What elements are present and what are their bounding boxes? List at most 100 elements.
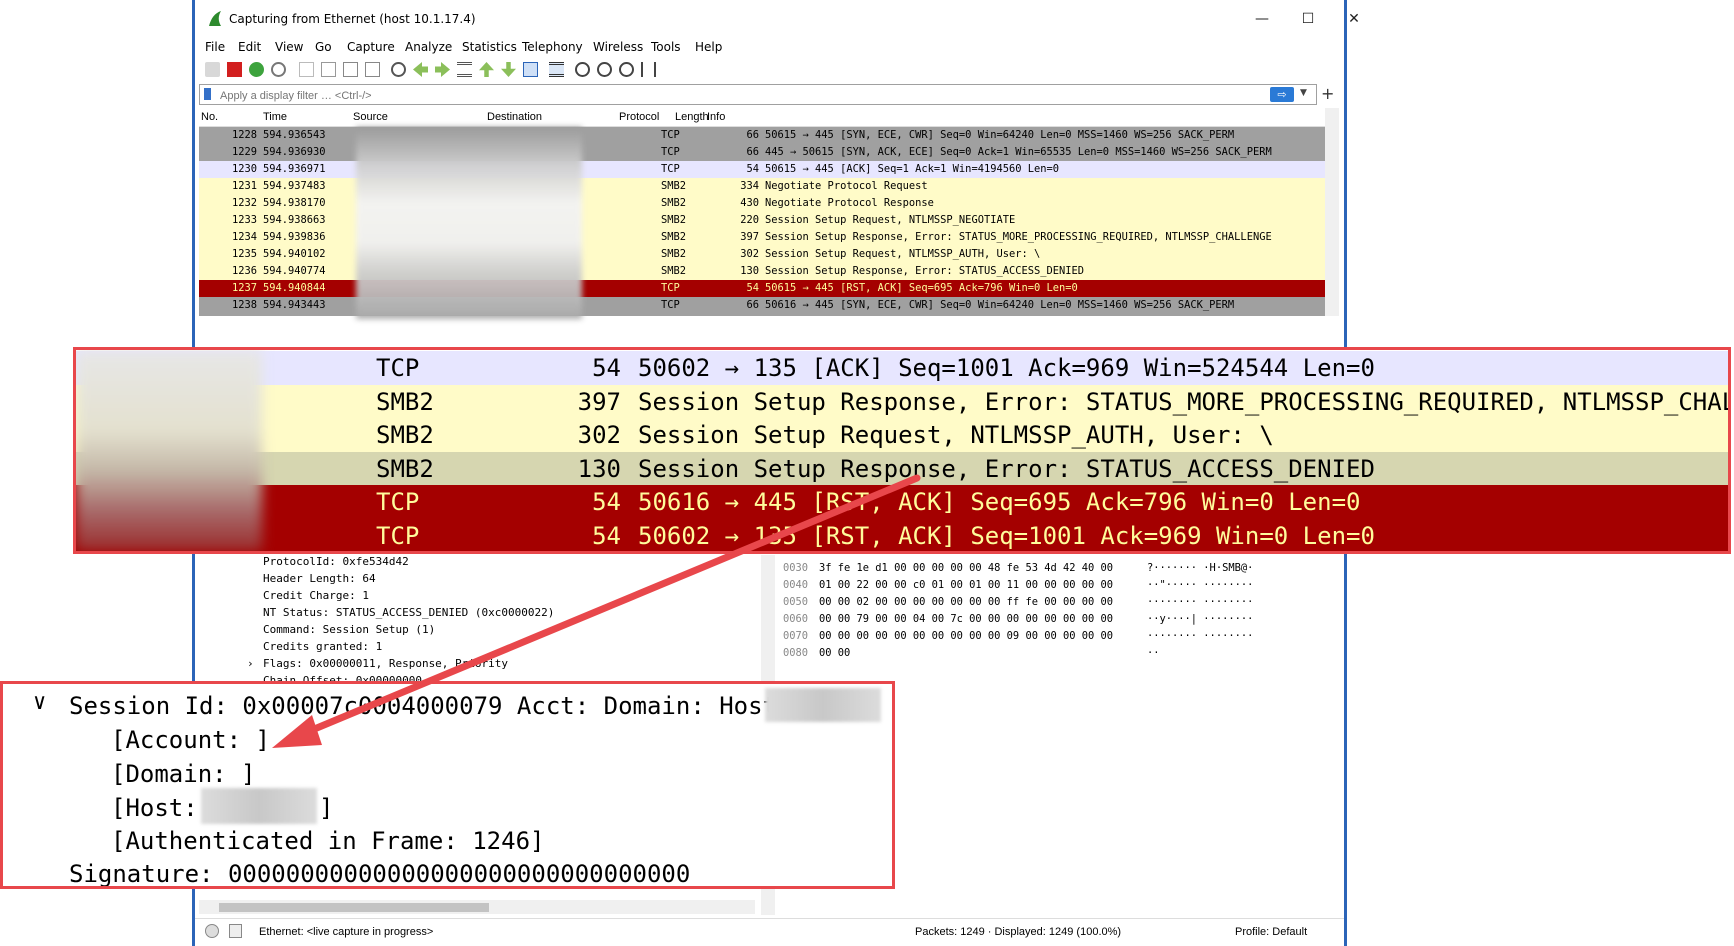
zoom-info: 50602 → 135 [RST, ACK] Seq=1001 Ack=969 … — [638, 521, 1375, 550]
packet-time: 594.937483 — [263, 180, 326, 192]
apply-filter-button[interactable]: ⇨ — [1270, 87, 1294, 102]
col-length[interactable]: Length — [675, 111, 709, 123]
first-packet-icon[interactable] — [479, 62, 494, 77]
last-packet-icon[interactable] — [501, 62, 516, 77]
maximize-button[interactable]: ☐ — [1293, 6, 1323, 32]
packet-time: 594.939836 — [263, 231, 326, 243]
go-back-icon[interactable] — [413, 62, 428, 77]
packet-info: Session Setup Request, NTLMSSP_NEGOTIATE — [765, 214, 1016, 226]
details-horizontal-scrollbar[interactable] — [199, 900, 755, 914]
byte-hex: 00 00 79 00 00 04 00 7c 00 00 00 00 00 0… — [819, 613, 1114, 625]
menu-telephony[interactable]: Telephony — [522, 40, 583, 54]
menu-tools[interactable]: Tools — [651, 40, 681, 54]
byte-ascii: ·· — [1147, 647, 1160, 659]
detail-line[interactable]: Header Length: 64 — [263, 572, 376, 585]
packet-no: 1235 — [231, 248, 257, 260]
col-source[interactable]: Source — [353, 111, 388, 123]
add-filter-button[interactable]: + — [1321, 84, 1334, 103]
detail-line[interactable]: Credits granted: 1 — [263, 640, 382, 653]
minimize-button[interactable]: — — [1247, 6, 1277, 32]
packet-length: 54 — [746, 282, 759, 294]
packet-info: 50615 → 445 [ACK] Seq=1 Ack=1 Win=419456… — [765, 163, 1060, 175]
zoom-info: 50602 → 135 [ACK] Seq=1001 Ack=969 Win=5… — [638, 354, 1375, 382]
save-file-icon[interactable] — [321, 62, 336, 77]
packet-no: 1236 — [231, 265, 257, 277]
packet-time: 594.938663 — [263, 214, 326, 226]
detail-line[interactable]: ProtocolId: 0xfe534d42 — [263, 555, 409, 568]
close-button[interactable]: ✕ — [1339, 6, 1369, 32]
zoom-in-icon[interactable] — [575, 62, 590, 77]
col-no[interactable]: No. — [201, 111, 218, 123]
autoscroll-icon[interactable] — [523, 62, 538, 77]
detail-line[interactable]: Credit Charge: 1 — [263, 589, 369, 602]
stop-capture-icon[interactable] — [227, 62, 242, 77]
reload-file-icon[interactable] — [365, 62, 380, 77]
capture-options-icon[interactable] — [271, 62, 286, 77]
go-to-packet-icon[interactable] — [457, 62, 472, 77]
detail-line[interactable]: NT Status: STATUS_ACCESS_DENIED (0xc0000… — [263, 606, 554, 619]
packet-protocol: TCP — [661, 299, 680, 311]
shark-fin-start-icon[interactable] — [205, 62, 220, 77]
packet-length: 66 — [746, 146, 759, 158]
packet-length: 302 — [740, 248, 759, 260]
packet-no: 1232 — [231, 197, 257, 209]
packet-time: 594.943812 — [263, 314, 326, 316]
menu-wireless[interactable]: Wireless — [593, 40, 643, 54]
capture-comment-icon[interactable] — [229, 924, 242, 938]
col-time[interactable]: Time — [263, 111, 287, 123]
packet-length: 66 — [746, 129, 759, 141]
close-file-icon[interactable] — [343, 62, 358, 77]
colorize-icon[interactable] — [549, 62, 564, 77]
col-info[interactable]: Info — [707, 111, 725, 123]
zoom-normal-icon[interactable] — [619, 62, 634, 77]
menu-file[interactable]: File — [205, 40, 225, 54]
bookmark-icon[interactable] — [204, 88, 211, 100]
find-packet-icon[interactable] — [391, 62, 406, 77]
chevron-right-icon[interactable]: › — [247, 657, 254, 670]
shark-fin-icon — [209, 11, 221, 26]
scroll-thumb[interactable] — [219, 903, 489, 912]
packet-protocol: SMB2 — [661, 214, 687, 226]
menu-go[interactable]: Go — [315, 40, 332, 54]
title-bar: Capturing from Ethernet (host 10.1.17.4)… — [195, 0, 1360, 38]
chevron-down-icon[interactable]: ∨ — [33, 690, 46, 715]
status-profile[interactable]: Profile: Default — [1235, 926, 1307, 938]
zoom-out-icon[interactable] — [597, 62, 612, 77]
menu-edit[interactable]: Edit — [238, 40, 261, 54]
packet-protocol: TCP — [661, 314, 680, 316]
packet-no: 1230 — [231, 163, 257, 175]
zoom-length: 397 — [577, 387, 621, 416]
packet-list-scrollbar[interactable] — [1325, 108, 1339, 316]
packet-time: 594.936543 — [263, 129, 326, 141]
resize-columns-icon[interactable] — [641, 62, 656, 77]
packet-protocol: TCP — [661, 129, 680, 141]
packet-protocol: TCP — [661, 146, 680, 158]
zoom-info: Session Setup Response, Error: STATUS_AC… — [638, 454, 1375, 483]
zoom-info: Session Setup Response, Error: STATUS_MO… — [638, 387, 1731, 416]
packet-time: 594.940102 — [263, 248, 326, 260]
menu-statistics[interactable]: Statistics — [462, 40, 517, 54]
expert-info-icon[interactable] — [205, 924, 219, 938]
col-destination[interactable]: Destination — [487, 111, 542, 123]
zoom-protocol: SMB2 — [376, 387, 434, 416]
packet-info: Negotiate Protocol Response — [765, 197, 934, 209]
open-file-icon[interactable] — [299, 62, 314, 77]
byte-ascii: ········ ········ — [1147, 596, 1254, 608]
packet-no: 1234 — [231, 231, 257, 243]
byte-offset: 0040 — [783, 579, 809, 591]
restart-capture-icon[interactable] — [249, 62, 264, 77]
packet-list-header: No. Time Source Destination Protocol Len… — [199, 108, 1325, 127]
go-forward-icon[interactable] — [435, 62, 450, 77]
chevron-down-icon[interactable]: ▼ — [1300, 88, 1307, 98]
menu-help[interactable]: Help — [695, 40, 722, 54]
detail-line[interactable]: Flags: 0x00000011, Response, Priority — [263, 657, 508, 670]
menu-bar: File Edit View Go Capture Analyze Statis… — [195, 38, 1344, 58]
display-filter-input[interactable] — [218, 86, 1122, 105]
menu-analyze[interactable]: Analyze — [405, 40, 452, 54]
col-protocol[interactable]: Protocol — [619, 111, 659, 123]
byte-ascii: ?······· ·H·SMB@· — [1147, 562, 1254, 574]
menu-capture[interactable]: Capture — [347, 40, 395, 54]
zoomed-packet-rows: TCP 54 50602 → 135 [ACK] Seq=1001 Ack=969 … — [73, 347, 1731, 554]
detail-line[interactable]: Command: Session Setup (1) — [263, 623, 435, 636]
menu-view[interactable]: View — [275, 40, 303, 54]
